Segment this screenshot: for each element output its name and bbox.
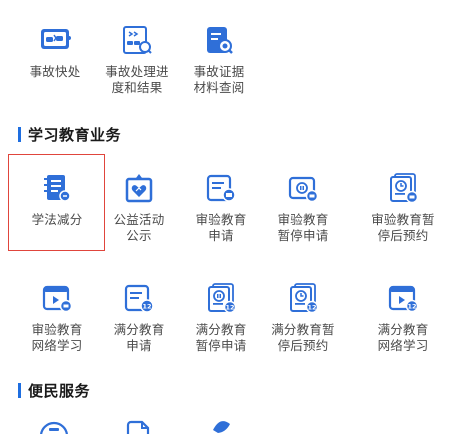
- review-apply-item[interactable]: 审验教育 申请: [180, 170, 262, 244]
- full-score-apply-item[interactable]: 12 满分教育 申请: [98, 280, 180, 354]
- full-score-pause-badge: 12: [225, 304, 234, 312]
- convenience-section-title: 便民服务: [18, 380, 90, 401]
- accident-progress-item[interactable]: 事故处理进 度和结果: [96, 22, 178, 96]
- full-score-reserve-label: 满分教育暂 停后预约: [271, 322, 335, 353]
- partial-service-icon-2[interactable]: [118, 420, 158, 434]
- study-section-text: 学习教育业务: [28, 126, 122, 144]
- partial-service-icon-1[interactable]: [34, 420, 74, 434]
- accident-progress-label: 事故处理进 度和结果: [105, 64, 169, 95]
- full-score-online-badge: 12: [407, 303, 416, 311]
- full-score-pause-label: 满分教育 暂停申请: [195, 322, 247, 353]
- full-score-online-item[interactable]: 12 满分教育 网络学习: [362, 280, 444, 354]
- partial-service-icon-3[interactable]: [200, 420, 240, 434]
- review-reserve-label: 审验教育暂 停后预约: [371, 212, 435, 243]
- full-score-reserve-icon: 12: [285, 280, 321, 316]
- full-score-reserve-item[interactable]: 12 满分教育暂 停后预约: [262, 280, 344, 354]
- accident-quick-icon: [37, 22, 73, 58]
- review-online-label: 审验教育 网络学习: [31, 322, 83, 353]
- study-deduction-item[interactable]: 学法减分: [16, 170, 98, 228]
- accident-quick-item[interactable]: 事故快处: [14, 22, 96, 80]
- accident-progress-icon: [119, 22, 155, 58]
- full-score-online-label: 满分教育 网络学习: [377, 322, 429, 353]
- review-pause-item[interactable]: 审验教育 暂停申请: [262, 170, 344, 244]
- evidence-lookup-label: 事故证据 材料查阅: [193, 64, 245, 95]
- section-bar: [18, 383, 21, 398]
- full-score-apply-label: 满分教育 申请: [113, 322, 165, 353]
- full-score-online-icon: 12: [385, 280, 421, 316]
- public-welfare-item[interactable]: 公益活动 公示: [98, 170, 180, 244]
- evidence-lookup-item[interactable]: 事故证据 材料查阅: [178, 22, 260, 96]
- full-score-apply-badge: 12: [142, 303, 151, 311]
- review-reserve-icon: [385, 170, 421, 206]
- public-welfare-icon: [121, 170, 157, 206]
- full-score-apply-icon: 12: [121, 280, 157, 316]
- review-reserve-item[interactable]: 审验教育暂 停后预约: [362, 170, 444, 244]
- review-online-icon: [39, 280, 75, 316]
- study-section-title: 学习教育业务: [18, 124, 121, 145]
- full-score-pause-item[interactable]: 12 满分教育 暂停申请: [180, 280, 262, 354]
- study-deduction-icon: [39, 170, 75, 206]
- review-pause-icon: [285, 170, 321, 206]
- convenience-section-text: 便民服务: [28, 382, 91, 400]
- study-deduction-label: 学法减分: [31, 212, 83, 227]
- public-welfare-label: 公益活动 公示: [113, 212, 165, 243]
- section-bar: [18, 127, 21, 142]
- review-online-item[interactable]: 审验教育 网络学习: [16, 280, 98, 354]
- service-page: 事故快处 事故处理进 度和结果 事故证据 材料查阅 学习教育业务 学法减分 公益…: [0, 0, 462, 434]
- review-pause-label: 审验教育 暂停申请: [277, 212, 329, 243]
- full-score-pause-icon: 12: [203, 280, 239, 316]
- evidence-lookup-icon: [201, 22, 237, 58]
- full-score-reserve-badge: 12: [307, 304, 316, 312]
- review-apply-label: 审验教育 申请: [195, 212, 247, 243]
- accident-quick-label: 事故快处: [29, 64, 81, 79]
- review-apply-icon: [203, 170, 239, 206]
